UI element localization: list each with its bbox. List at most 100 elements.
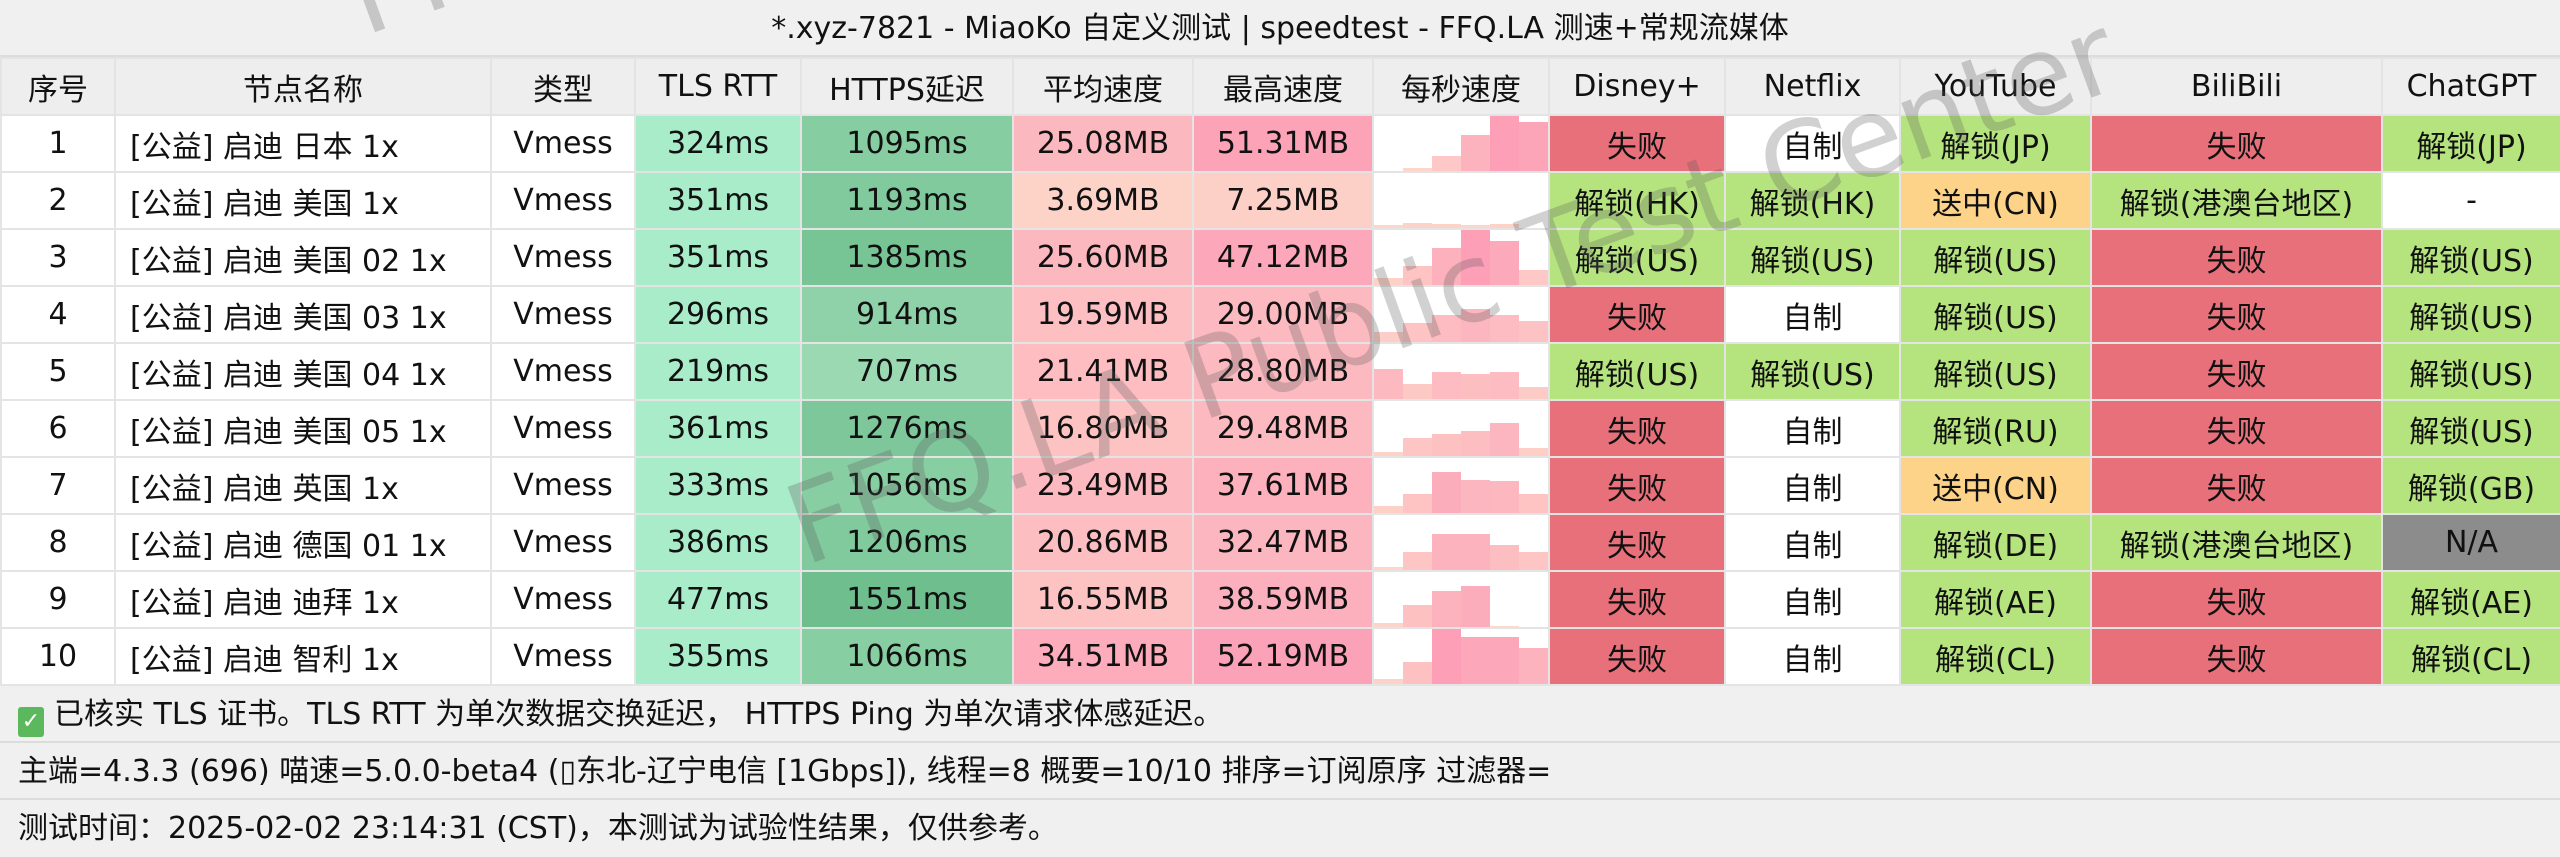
node-name: [公益] 启迪 美国 1x xyxy=(114,171,492,230)
per-second-speed-chart xyxy=(1372,114,1550,173)
node-type: Vmess xyxy=(490,171,636,230)
test-time: 测试时间：2025-02-02 23:14:31 (CST)，本测试为试验性结果… xyxy=(0,800,2560,857)
table-row[interactable]: 2 [公益] 启迪 美国 1x Vmess 351ms 1193ms 3.69MB 7.25… xyxy=(0,171,2560,230)
speed-bar xyxy=(1519,269,1547,284)
table-row[interactable]: 5 [公益] 启迪 美国 04 1x Vmess 219ms 707ms 21.41MB 2… xyxy=(0,342,2560,401)
column-header[interactable]: 序号 xyxy=(0,57,116,116)
node-type: Vmess xyxy=(490,570,636,629)
https-latency-cell: 1385ms xyxy=(800,228,1014,287)
column-header[interactable]: HTTPS延迟 xyxy=(800,57,1014,116)
https-latency-cell: 1206ms xyxy=(800,513,1014,572)
bilibili-cell: 解锁(港澳台地区) xyxy=(2090,513,2383,572)
tls-rtt-cell: 386ms xyxy=(634,513,802,572)
speed-bar xyxy=(1375,368,1403,398)
column-header[interactable]: 平均速度 xyxy=(1012,57,1194,116)
table-row[interactable]: 7 [公益] 启迪 英国 1x Vmess 333ms 1056ms 23.49MB 37.… xyxy=(0,456,2560,515)
node-name: [公益] 启迪 智利 1x xyxy=(114,627,492,686)
column-header[interactable]: ChatGPT xyxy=(2381,57,2560,116)
netflix-cell: 解锁(US) xyxy=(1724,228,1901,287)
disney-cell: 失败 xyxy=(1548,456,1726,515)
node-name: [公益] 启迪 美国 03 1x xyxy=(114,285,492,344)
chatgpt-cell: 解锁(CL) xyxy=(2381,627,2560,686)
max-speed-cell: 28.80MB xyxy=(1192,342,1374,401)
table-row[interactable]: 6 [公益] 启迪 美国 05 1x Vmess 361ms 1276ms 16.80MB… xyxy=(0,399,2560,458)
https-latency-cell: 1551ms xyxy=(800,570,1014,629)
speed-bar xyxy=(1432,591,1461,626)
avg-speed-cell: 25.08MB xyxy=(1012,114,1194,173)
column-header[interactable]: 节点名称 xyxy=(114,57,492,116)
avg-speed-cell: 19.59MB xyxy=(1012,285,1194,344)
netflix-cell: 自制 xyxy=(1724,114,1901,173)
node-type: Vmess xyxy=(490,114,636,173)
speed-bar xyxy=(1403,493,1432,512)
netflix-cell: 自制 xyxy=(1724,513,1901,572)
column-header[interactable]: BiliBili xyxy=(2090,57,2383,116)
max-speed-cell: 29.00MB xyxy=(1192,285,1374,344)
column-header[interactable]: TLS RTT xyxy=(634,57,802,116)
youtube-cell: 解锁(US) xyxy=(1899,285,2092,344)
speed-bar xyxy=(1490,545,1519,569)
youtube-cell: 解锁(US) xyxy=(1899,342,2092,401)
column-header[interactable]: 最高速度 xyxy=(1192,57,1374,116)
node-name: [公益] 启迪 德国 01 1x xyxy=(114,513,492,572)
bilibili-cell: 解锁(港澳台地区) xyxy=(2090,171,2383,230)
check-box-icon: ✓ xyxy=(18,707,44,737)
column-header[interactable]: 类型 xyxy=(490,57,636,116)
speed-bar xyxy=(1519,551,1547,569)
youtube-cell: 解锁(DE) xyxy=(1899,513,2092,572)
table-row[interactable]: 10 [公益] 启迪 智利 1x Vmess 355ms 1066ms 34.51MB 52… xyxy=(0,627,2560,686)
table-row[interactable]: 1 [公益] 启迪 日本 1x Vmess 324ms 1095ms 25.08MB 51.… xyxy=(0,114,2560,173)
speed-bar xyxy=(1461,637,1490,683)
avg-speed-cell: 21.41MB xyxy=(1012,342,1194,401)
row-index: 4 xyxy=(0,285,116,344)
speed-bar xyxy=(1403,265,1432,284)
node-name: [公益] 启迪 美国 05 1x xyxy=(114,399,492,458)
row-index: 8 xyxy=(0,513,116,572)
chatgpt-cell: - xyxy=(2381,171,2560,230)
tls-rtt-cell: 351ms xyxy=(634,228,802,287)
speed-bar xyxy=(1490,625,1519,626)
max-speed-cell: 7.25MB xyxy=(1192,171,1374,230)
column-header[interactable]: 每秒速度 xyxy=(1372,57,1550,116)
column-header[interactable]: YouTube xyxy=(1899,57,2092,116)
speed-bar xyxy=(1375,277,1403,284)
node-type: Vmess xyxy=(490,513,636,572)
tls-rtt-cell: 477ms xyxy=(634,570,802,629)
table-row[interactable]: 9 [公益] 启迪 迪拜 1x Vmess 477ms 1551ms 16.55MB 38.… xyxy=(0,570,2560,629)
bilibili-cell: 失败 xyxy=(2090,570,2383,629)
bilibili-cell: 失败 xyxy=(2090,399,2383,458)
speed-bar xyxy=(1403,322,1432,341)
row-index: 6 xyxy=(0,399,116,458)
speed-bar xyxy=(1490,637,1519,683)
speed-bar xyxy=(1461,225,1490,227)
column-header[interactable]: Netflix xyxy=(1724,57,1901,116)
speed-bar xyxy=(1461,135,1490,170)
table-row[interactable]: 4 [公益] 启迪 美国 03 1x Vmess 296ms 914ms 19.59MB 2… xyxy=(0,285,2560,344)
netflix-cell: 自制 xyxy=(1724,399,1901,458)
column-header[interactable]: Disney+ xyxy=(1548,57,1726,116)
max-speed-cell: 32.47MB xyxy=(1192,513,1374,572)
speed-bar xyxy=(1519,447,1547,455)
bilibili-cell: 失败 xyxy=(2090,627,2383,686)
table-row[interactable]: 3 [公益] 启迪 美国 02 1x Vmess 351ms 1385ms 25.60MB… xyxy=(0,228,2560,287)
https-latency-cell: 1066ms xyxy=(800,627,1014,686)
https-latency-cell: 1193ms xyxy=(800,171,1014,230)
speed-bar xyxy=(1375,506,1403,512)
speed-bar xyxy=(1432,247,1461,284)
speed-bar xyxy=(1375,678,1403,683)
speed-bar xyxy=(1375,332,1403,341)
table-row[interactable]: 8 [公益] 启迪 德国 01 1x Vmess 386ms 1206ms 20.86MB… xyxy=(0,513,2560,572)
netflix-cell: 自制 xyxy=(1724,285,1901,344)
speed-bar xyxy=(1432,630,1461,683)
bilibili-cell: 失败 xyxy=(2090,342,2383,401)
max-speed-cell: 29.48MB xyxy=(1192,399,1374,458)
avg-speed-cell: 34.51MB xyxy=(1012,627,1194,686)
speed-bar xyxy=(1461,231,1490,284)
speed-bar xyxy=(1461,431,1490,455)
window-title: *.xyz-7821 - MiaoKo 自定义测试 | speedtest - … xyxy=(0,0,2560,57)
max-speed-cell: 38.59MB xyxy=(1192,570,1374,629)
bilibili-cell: 失败 xyxy=(2090,456,2383,515)
speed-bar xyxy=(1432,314,1461,341)
speed-bar xyxy=(1519,321,1547,341)
per-second-speed-chart xyxy=(1372,171,1550,230)
